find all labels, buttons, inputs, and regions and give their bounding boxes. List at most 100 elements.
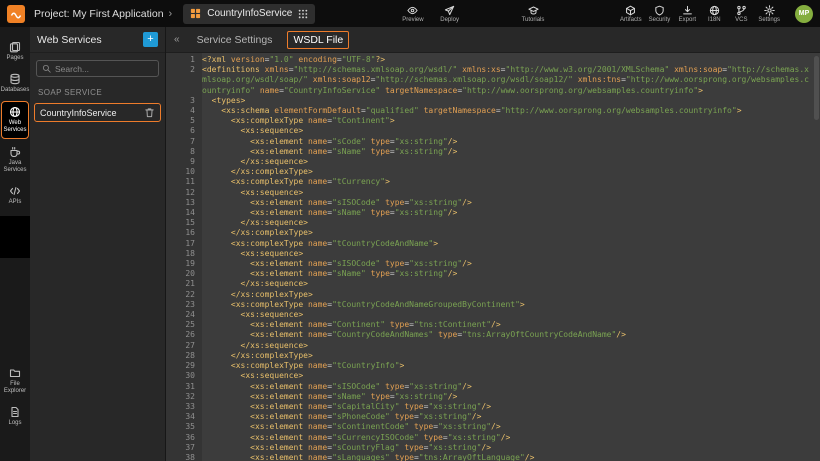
collapse-panel-icon[interactable]: « (174, 34, 180, 45)
sidebar-item-label: Logs (8, 420, 21, 427)
code-line: 3 <types> (166, 96, 820, 106)
service-search[interactable] (36, 60, 159, 77)
line-number: 3 (166, 96, 202, 106)
code-line: 4 <xs:schema elementFormDefault="qualifi… (166, 106, 820, 116)
code-text: <xs:sequence> (202, 310, 820, 320)
deploy-button[interactable]: Deploy (440, 5, 460, 23)
line-number: 6 (166, 126, 202, 136)
code-line: 26 <xs:element name="CountryCodeAndNames… (166, 330, 820, 340)
grid-menu-icon[interactable] (298, 9, 308, 19)
code-text: <types> (202, 96, 820, 106)
action-label: Export (679, 17, 696, 23)
sidebar-item-label: APIs (9, 199, 22, 206)
top-bar: Project: My First Application › CountryI… (0, 0, 820, 27)
code-line: 17 <xs:complexType name="tCountryCodeAnd… (166, 239, 820, 249)
i18n-button[interactable]: I18N (704, 5, 724, 23)
tab-strip: « Service Settings WSDL File (166, 27, 820, 53)
databases-icon (9, 73, 21, 85)
add-service-button[interactable]: + (143, 32, 158, 47)
sidebar-item-apis[interactable]: APIs (0, 181, 30, 210)
sidebar-bottom-items: File Explorer Logs (0, 363, 30, 461)
tab-service-settings[interactable]: Service Settings (192, 32, 278, 48)
code-line: 30 <xs:sequence> (166, 371, 820, 381)
line-number: 13 (166, 198, 202, 208)
action-label: VCS (735, 17, 747, 23)
line-number: 15 (166, 218, 202, 228)
sidebar-item-logs[interactable]: Logs (0, 402, 30, 431)
code-line: 15 </xs:sequence> (166, 218, 820, 228)
code-line: 6 <xs:sequence> (166, 126, 820, 136)
code-text: <xs:complexType name="tCountryInfo"> (202, 361, 820, 371)
tab-wsdl-file[interactable]: WSDL File (287, 31, 349, 49)
action-label: Security (649, 17, 671, 23)
code-text: <xs:element name="CountryCodeAndNames" t… (202, 330, 820, 340)
line-number: 22 (166, 290, 202, 300)
code-text: <xs:sequence> (202, 249, 820, 259)
code-line: 8 <xs:element name="sName" type="xs:stri… (166, 147, 820, 157)
code-text: <xs:element name="sCurrencyISOCode" type… (202, 433, 820, 443)
line-number: 4 (166, 106, 202, 116)
web-services-icon (9, 106, 21, 118)
artifacts-button[interactable]: Artifacts (620, 5, 642, 23)
app-logo-icon[interactable] (7, 5, 25, 23)
search-input[interactable] (55, 64, 153, 74)
tutorials-button[interactable]: Tutorials (522, 5, 545, 23)
code-line: 23 <xs:complexType name="tCountryCodeAnd… (166, 300, 820, 310)
line-number: 16 (166, 228, 202, 238)
preview-button[interactable]: Preview (402, 5, 423, 23)
sidebar-main-items: Pages Databases Web Services Java Services A… (0, 37, 30, 210)
apis-icon (9, 185, 21, 197)
code-editor[interactable]: 1<?xml version="1.0" encoding="UTF-8"?>2… (166, 53, 820, 461)
sidebar-item-web-services[interactable]: Web Services (1, 101, 29, 139)
code-text: <xs:element name="sCode" type="xs:string… (202, 137, 820, 147)
line-number: 12 (166, 188, 202, 198)
code-text: <xs:sequence> (202, 126, 820, 136)
main-content: « Service Settings WSDL File 1<?xml versi… (166, 27, 820, 461)
project-switcher[interactable]: Project: My First Application › (34, 8, 172, 20)
code-line: 5 <xs:complexType name="tContinent"> (166, 116, 820, 126)
sidebar-item-file-explorer[interactable]: File Explorer (0, 363, 30, 399)
code-line: 18 <xs:sequence> (166, 249, 820, 259)
line-number: 23 (166, 300, 202, 310)
code-line: 20 <xs:element name="sName" type="xs:str… (166, 269, 820, 279)
topbar-right-actions: Artifacts Security Export I18N VCS Settings (620, 5, 780, 23)
security-button[interactable]: Security (649, 5, 671, 23)
i18n-icon (709, 5, 720, 16)
line-number: 11 (166, 177, 202, 187)
code-line: 2<definitions xmlns="http://schemas.xmls… (166, 65, 820, 96)
code-text: <?xml version="1.0" encoding="UTF-8"?> (202, 55, 820, 65)
code-line: 36 <xs:element name="sCurrencyISOCode" t… (166, 433, 820, 443)
pages-icon (9, 41, 21, 53)
editor-scrollbar[interactable] (814, 56, 819, 120)
code-line: 7 <xs:element name="sCode" type="xs:stri… (166, 137, 820, 147)
file-explorer-icon (9, 367, 21, 379)
line-number: 31 (166, 382, 202, 392)
export-button[interactable]: Export (677, 5, 697, 23)
code-line: 24 <xs:sequence> (166, 310, 820, 320)
service-tab[interactable]: CountryInfoService (183, 4, 315, 24)
sidebar-item-label: Pages (6, 55, 23, 62)
chevron-right-icon: › (169, 8, 173, 20)
settings-button[interactable]: Settings (758, 5, 780, 23)
workspace: Pages Databases Web Services Java Services A… (0, 27, 820, 461)
user-avatar[interactable]: MP (795, 5, 813, 23)
delete-icon[interactable] (144, 107, 155, 118)
vcs-button[interactable]: VCS (731, 5, 751, 23)
code-line: 16 </xs:complexType> (166, 228, 820, 238)
code-text: <xs:element name="sName" type="xs:string… (202, 392, 820, 402)
search-icon (42, 64, 51, 73)
line-number: 32 (166, 392, 202, 402)
sidebar-item-java-services[interactable]: Java Services (0, 142, 30, 178)
line-number: 38 (166, 453, 202, 461)
sidebar-item-databases[interactable]: Databases (0, 69, 30, 98)
action-label: Deploy (440, 17, 459, 23)
action-label: Tutorials (522, 17, 545, 23)
sidebar-item-pages[interactable]: Pages (0, 37, 30, 66)
line-number: 7 (166, 137, 202, 147)
action-label: I18N (708, 17, 721, 23)
code-line: 19 <xs:element name="sISOCode" type="xs:… (166, 259, 820, 269)
artifacts-icon (625, 5, 636, 16)
service-list-item[interactable]: CountryInfoService (34, 103, 161, 122)
line-number: 18 (166, 249, 202, 259)
code-line: 13 <xs:element name="sISOCode" type="xs:… (166, 198, 820, 208)
